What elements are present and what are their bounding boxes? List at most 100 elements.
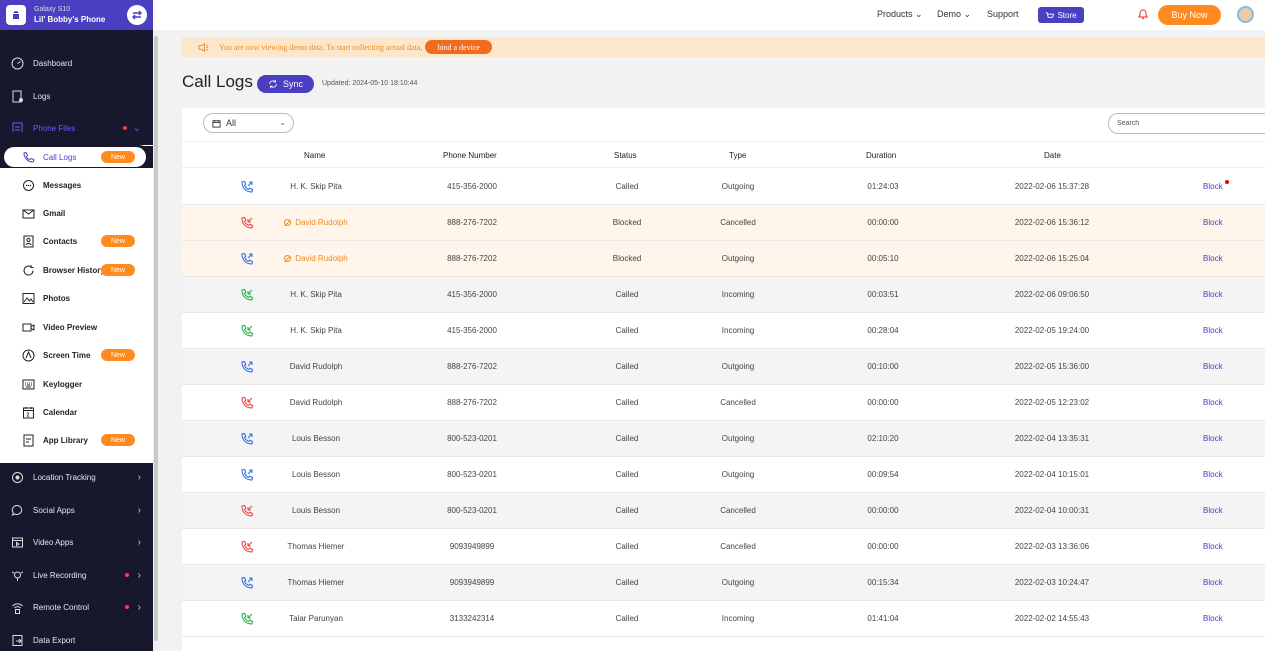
notification-dot xyxy=(123,126,127,130)
avatar[interactable] xyxy=(1237,6,1254,23)
sidebar-label: Social Apps xyxy=(33,505,75,515)
block-link[interactable]: Block xyxy=(1203,470,1223,479)
sidebar-item-app-library[interactable]: App Library New xyxy=(0,426,153,454)
switch-device-icon[interactable] xyxy=(127,5,147,25)
block-link[interactable]: Block xyxy=(1203,506,1223,515)
phone-text: 9093949899 xyxy=(449,578,495,587)
cell-status: Called xyxy=(587,398,667,407)
sidebar-scrollbar[interactable] xyxy=(153,30,159,651)
block-link[interactable]: Block xyxy=(1203,398,1223,407)
products-menu[interactable]: Products ⌄ xyxy=(877,9,923,20)
table-row[interactable]: Talar Parunyan 3133242314 Called Incoming 01… xyxy=(182,601,1265,637)
sidebar-label: Remote Control xyxy=(33,602,90,612)
status-text: Blocked xyxy=(612,254,642,263)
sync-label: Sync xyxy=(282,79,303,89)
android-icon xyxy=(6,5,26,25)
table-row[interactable]: H. K. Skip Pita 415-356-2000 Called Incomin… xyxy=(182,277,1265,313)
date-text: 2022-02-03 10:24:47 xyxy=(1014,578,1090,587)
sidebar-item-keylogger[interactable]: Keylogger xyxy=(0,370,153,398)
cell-status: Called xyxy=(587,542,667,551)
date-filter-select[interactable]: All ⌄ xyxy=(203,113,294,133)
sidebar-item-messages[interactable]: Messages xyxy=(0,171,153,199)
incoming-call-icon xyxy=(241,612,254,625)
device-switcher[interactable]: Galaxy S10 Lil' Bobby's Phone xyxy=(0,0,153,30)
outgoing-call-icon xyxy=(241,252,254,265)
sidebar-item-browser-history[interactable]: Browser History New xyxy=(0,256,153,284)
block-link[interactable]: Block xyxy=(1203,578,1223,587)
support-link[interactable]: Support xyxy=(987,9,1019,19)
block-link[interactable]: Block xyxy=(1203,182,1223,191)
table-row[interactable]: David Rudolph 888-276-7202 Called Outgoing 0… xyxy=(182,349,1265,385)
cell-duration: 00:09:54 xyxy=(842,470,924,479)
cell-phone: 415-356-2000 xyxy=(426,290,518,299)
demo-menu[interactable]: Demo ⌄ xyxy=(937,9,971,20)
sidebar-item-remote-control[interactable]: Remote Control › xyxy=(0,593,153,621)
sync-button[interactable]: Sync xyxy=(257,75,314,93)
sidebar-item-location-tracking[interactable]: Location Tracking › xyxy=(0,463,153,491)
buy-now-button[interactable]: Buy Now xyxy=(1158,5,1221,25)
dashboard-icon xyxy=(11,57,24,70)
sidebar-item-contacts[interactable]: Contacts New xyxy=(0,227,153,255)
cancelled-call-icon xyxy=(241,504,254,517)
sidebar-item-gmail[interactable]: Gmail xyxy=(0,199,153,227)
date-text: 2022-02-06 09:06:50 xyxy=(1014,290,1090,299)
bell-icon[interactable] xyxy=(1136,7,1150,24)
block-link[interactable]: Block xyxy=(1203,434,1223,443)
table-row[interactable]: H. K. Skip Pita 415-356-2000 Called Incomin… xyxy=(182,313,1265,349)
sidebar-item-video-apps[interactable]: Video Apps › xyxy=(0,528,153,556)
sidebar-item-social-apps[interactable]: Social Apps › xyxy=(0,496,153,524)
block-link[interactable]: Block xyxy=(1203,542,1223,551)
cell-name: David Rudolph xyxy=(270,218,362,227)
cell-duration: 00:10:00 xyxy=(842,362,924,371)
type-text: Cancelled xyxy=(720,398,756,407)
block-link[interactable]: Block xyxy=(1203,290,1223,299)
sidebar-item-calendar[interactable]: 2 Calendar xyxy=(0,398,153,426)
sync-icon xyxy=(269,79,277,89)
cell-date: 2022-02-03 13:36:06 xyxy=(1002,542,1102,551)
sidebar-item-dashboard[interactable]: Dashboard xyxy=(0,49,153,77)
block-link[interactable]: Block xyxy=(1203,218,1223,227)
sidebar-item-logs[interactable]: Logs xyxy=(0,82,153,110)
sidebar-item-photos[interactable]: Photos xyxy=(0,284,153,312)
table-row[interactable]: David Rudolph 888-276-7202 Blocked Outgoing… xyxy=(182,241,1265,277)
sidebar-item-video-preview[interactable]: Video Preview xyxy=(0,313,153,341)
call-logs-card: All ⌄ Name Phone Number Status Type Dura… xyxy=(182,108,1265,651)
cell-duration: 01:24:03 xyxy=(842,182,924,191)
table-row[interactable]: Louis Besson 800-523-0201 Called Outgoing 02… xyxy=(182,421,1265,457)
search-input[interactable] xyxy=(1108,113,1265,134)
sidebar-item-screen-time[interactable]: Screen Time New xyxy=(0,341,153,369)
table-row[interactable]: David Rudolph 888-276-7202 Blocked Cancelle… xyxy=(182,205,1265,241)
block-link[interactable]: Block xyxy=(1203,326,1223,335)
table-row[interactable]: David Rudolph 888-276-7202 Called Cancelled… xyxy=(182,385,1265,421)
sidebar-label: Contacts xyxy=(43,236,78,246)
block-link[interactable]: Block xyxy=(1203,254,1223,263)
bind-device-button[interactable]: bind a device xyxy=(425,40,492,54)
sidebar-label: Dashboard xyxy=(33,58,73,68)
store-button[interactable]: Store xyxy=(1038,7,1084,23)
sidebar-item-live-recording[interactable]: Live Recording › xyxy=(0,561,153,589)
incoming-call-icon xyxy=(241,324,254,337)
demo-label: Demo xyxy=(937,9,962,19)
cell-phone: 888-276-7202 xyxy=(426,398,518,407)
recording-icon xyxy=(11,569,24,582)
table-row[interactable]: Louis Besson 800-523-0201 Called Outgoing 00… xyxy=(182,457,1265,493)
cell-status: Called xyxy=(587,614,667,623)
sidebar-item-call-logs[interactable]: Call Logs New xyxy=(0,143,153,171)
phone-text: 888-276-7202 xyxy=(447,398,497,407)
cell-duration: 02:10:20 xyxy=(842,434,924,443)
block-link[interactable]: Block xyxy=(1203,362,1223,371)
table-row[interactable]: H. K. Skip Pita 415-356-2000 Called Outgoin… xyxy=(182,169,1265,205)
sidebar-label: Video Preview xyxy=(43,322,98,332)
name-text: David Rudolph xyxy=(289,398,343,407)
cell-date: 2022-02-04 10:15:01 xyxy=(1002,470,1102,479)
cell-date: 2022-02-02 14:55:43 xyxy=(1002,614,1102,623)
sidebar-item-data-export[interactable]: Data Export xyxy=(0,626,153,651)
outgoing-call-icon xyxy=(241,576,254,589)
block-link[interactable]: Block xyxy=(1203,614,1223,623)
table-row[interactable]: Thomas Hiemer 9093949899 Called Cancelled 00… xyxy=(182,529,1265,565)
phone-text: 800-523-0201 xyxy=(447,470,497,479)
duration-text: 00:15:34 xyxy=(867,578,899,587)
table-row[interactable]: Louis Besson 800-523-0201 Called Cancelled 0… xyxy=(182,493,1265,529)
table-row[interactable]: Thomas Hiemer 9093949899 Called Outgoing 00:… xyxy=(182,565,1265,601)
scrollbar-thumb[interactable] xyxy=(154,36,158,641)
